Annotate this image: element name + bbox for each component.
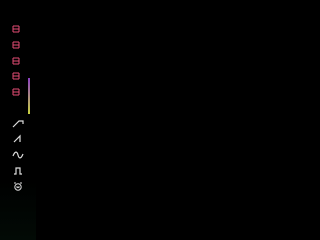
channel-icon [12, 41, 20, 49]
ramp-wave-button[interactable] [12, 134, 24, 144]
channel-button-3[interactable] [12, 57, 20, 65]
channel-button-4[interactable] [12, 72, 20, 80]
channel-icon [12, 88, 20, 96]
sine-wave-button[interactable] [12, 150, 24, 160]
main-canvas[interactable] [36, 0, 320, 240]
channel-icon [12, 25, 20, 33]
channel-icon [12, 57, 20, 65]
square-wave-icon [14, 167, 22, 175]
level-meter[interactable] [28, 78, 30, 114]
channel-button-1[interactable] [12, 25, 20, 33]
channel-button-2[interactable] [12, 41, 20, 49]
noise-icon [14, 182, 22, 191]
sidebar [0, 0, 36, 240]
noise-button[interactable] [12, 181, 24, 191]
sawtooth-wave-button[interactable] [12, 119, 24, 129]
app-window [0, 0, 320, 240]
sine-wave-icon [12, 151, 24, 159]
square-wave-button[interactable] [12, 166, 24, 176]
channel-icon [12, 72, 20, 80]
level-meter-fill [28, 78, 30, 114]
sawtooth-wave-icon [12, 120, 24, 128]
channel-button-5[interactable] [12, 88, 20, 96]
ramp-wave-icon [13, 134, 21, 143]
